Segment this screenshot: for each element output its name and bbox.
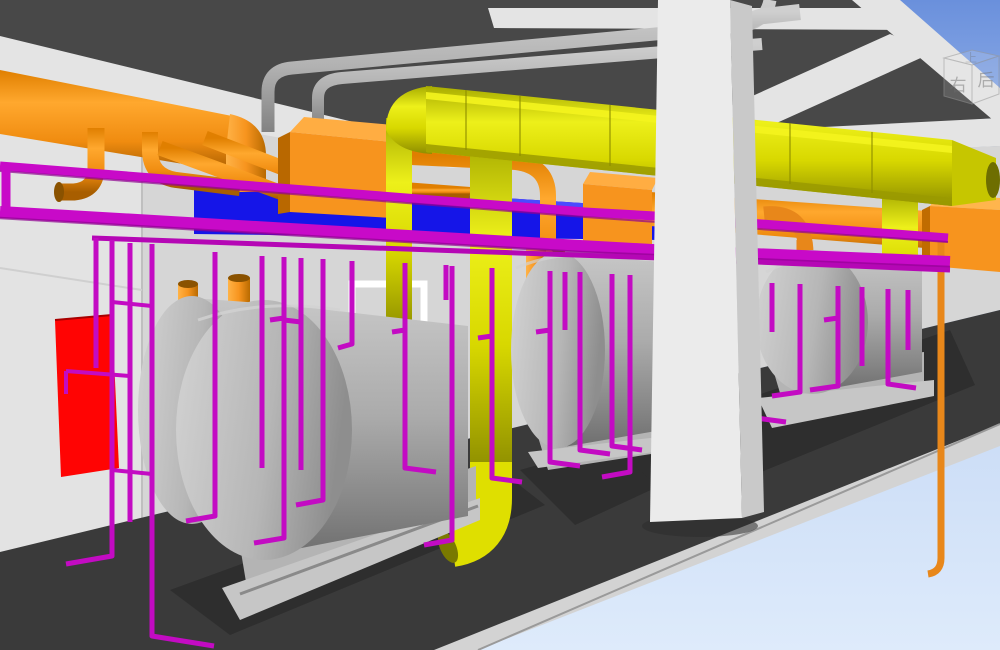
orange-box1-front [290, 132, 392, 218]
yellow-end-opening [986, 162, 1000, 198]
viewcube-top-label[interactable]: 上 [965, 51, 977, 65]
orange-branch-a-end [54, 182, 64, 202]
orange-stub-1-top [178, 280, 198, 288]
3d-model-viewport[interactable]: 上 右 后 [0, 0, 1000, 650]
column-front [650, 0, 742, 522]
orange-box1 [278, 117, 404, 218]
viewcube[interactable]: 上 右 后 [944, 50, 999, 104]
viewcube-right-label[interactable]: 后 [978, 71, 995, 90]
plant-room-scene[interactable]: 上 右 后 [0, 0, 1000, 650]
yellow-vertical-1 [386, 118, 412, 332]
viewcube-left-label[interactable]: 右 [950, 76, 967, 95]
red-door [55, 315, 119, 477]
orange-box1-side [278, 132, 290, 214]
structural-column [642, 0, 764, 537]
orange-stub-2-top [228, 274, 250, 282]
tank-middle-head [511, 252, 605, 448]
